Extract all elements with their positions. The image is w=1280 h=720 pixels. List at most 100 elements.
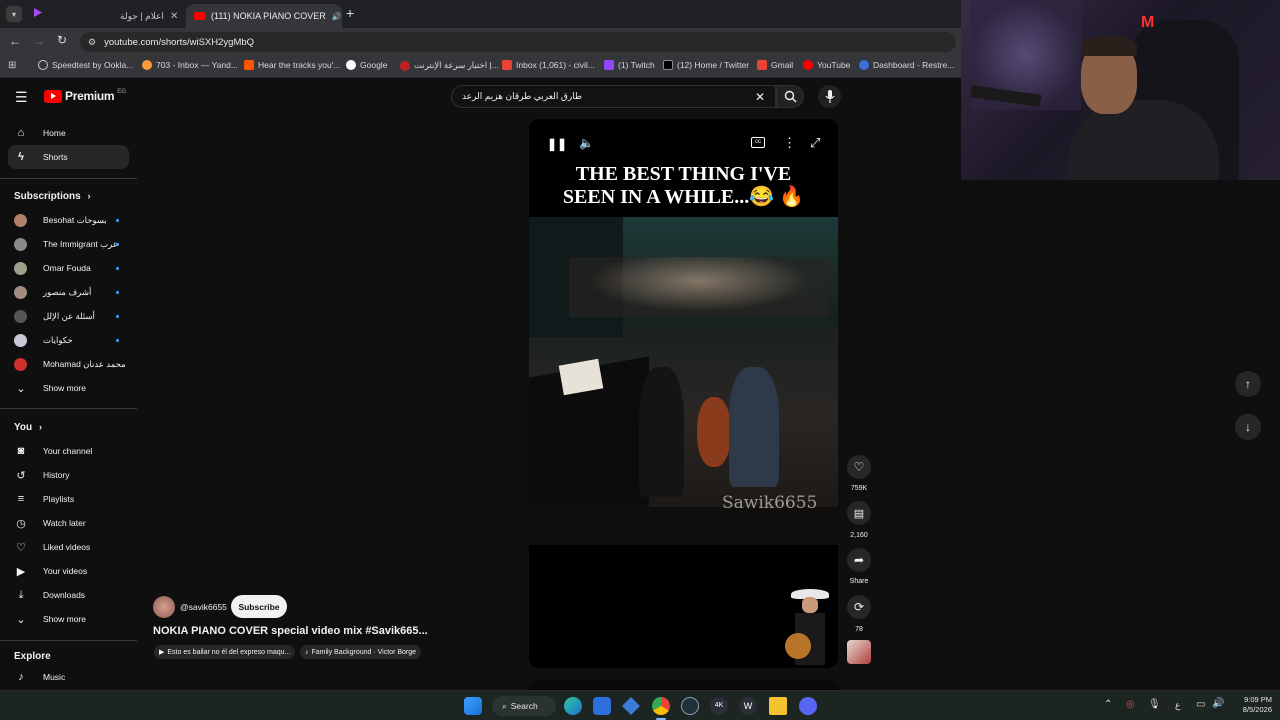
fullscreen-icon[interactable]: ⤢ [810, 135, 820, 151]
sidebar-item-shorts[interactable]: ϟ Shorts [8, 145, 129, 169]
sidebar-item-subscription[interactable]: Besohat بسوحات [8, 208, 129, 232]
sound-thumbnail[interactable] [847, 640, 871, 664]
new-tab-button[interactable]: + [346, 5, 354, 21]
sidebar-item-downloads[interactable]: ⤓ Downloads [8, 583, 129, 607]
edge-icon[interactable] [564, 697, 582, 715]
forward-icon[interactable]: → [33, 34, 45, 48]
playlists-icon: ≡ [17, 493, 25, 505]
subscriptions-heading[interactable]: Subscriptions › [14, 191, 90, 202]
bookmark-youtube[interactable]: YouTube [803, 60, 850, 70]
remix-button[interactable]: ⟳ [847, 595, 871, 619]
channel-handle[interactable]: @savik6655 [180, 602, 227, 612]
steam-icon[interactable] [681, 697, 699, 715]
liked-videos-icon: ♡ [16, 541, 26, 554]
subscription-label: Mohamad محمد عدنان [43, 358, 126, 369]
word-icon[interactable]: W [739, 697, 757, 715]
bookmark-speedtest-ar[interactable]: اختبار سرعة الإنترنت |... [400, 60, 499, 71]
tab-close-icon[interactable]: ✕ [170, 11, 178, 22]
bookmark-soundcloud[interactable]: Hear the tracks you'... [244, 60, 340, 70]
tab-search-button[interactable]: ▾ [6, 6, 22, 22]
keyboard-language[interactable]: ع [1175, 700, 1180, 711]
bookmark-speedtest[interactable]: Speedtest by Ookla... [38, 60, 133, 70]
reload-icon[interactable]: ↻ [57, 33, 67, 47]
microphone-tray-icon[interactable]: 🎙 [1148, 699, 1161, 710]
previous-short-button[interactable]: ↑ [1235, 371, 1261, 397]
shorts-player[interactable]: Sawik6655 THE BEST THING I'VE SEEN IN A … [529, 119, 838, 668]
tab-1[interactable]: اعلام | جولة ✕ [112, 4, 184, 28]
like-icon: ♡ [853, 460, 865, 474]
comments-button[interactable]: ▤ [847, 501, 871, 525]
cello [697, 397, 731, 467]
taskbar-search[interactable]: ⌕ Search [492, 696, 556, 716]
file-explorer-icon[interactable] [769, 697, 787, 715]
show-more-button[interactable]: ⌄ Show more [8, 607, 129, 631]
voice-search-button[interactable] [818, 85, 841, 108]
sidebar-item-subscription[interactable]: Omar Fouda [8, 256, 129, 280]
chrome-icon[interactable] [652, 697, 670, 715]
store-icon[interactable] [622, 697, 640, 715]
sidebar-item-home[interactable]: ⌂ Home [8, 121, 129, 145]
captions-icon[interactable]: cc [751, 137, 765, 148]
bookmark-restream[interactable]: Dashboard - Restre... [859, 60, 954, 70]
bookmark-twitter[interactable]: (12) Home / Twitter [663, 60, 749, 70]
you-heading[interactable]: You › [14, 422, 42, 433]
search-box[interactable]: طارق العربي طرقان هزيم الرعد ✕ [451, 85, 776, 108]
volume-icon[interactable]: 🔈 [579, 136, 594, 150]
mail-app-icon[interactable] [593, 697, 611, 715]
show-more-button[interactable]: ⌄ Show more [8, 376, 129, 400]
url-field[interactable]: ⚙ youtube.com/shorts/wiSXH2ygMbQ [80, 32, 956, 52]
sidebar-item-music[interactable]: ♪ Music [8, 665, 129, 689]
like-button[interactable]: ♡ [847, 455, 871, 479]
volume-tray-icon[interactable]: 🔊 [1212, 698, 1224, 709]
sidebar-item-subscription[interactable]: Mohamad محمد عدنان [8, 352, 129, 376]
discord-icon[interactable] [799, 697, 817, 715]
search-input[interactable]: طارق العربي طرقان هزيم الرعد [462, 91, 755, 102]
pause-icon[interactable]: ❚❚ [547, 137, 567, 151]
start-icon[interactable] [464, 697, 482, 715]
tab-2[interactable]: (111) NOKIA PIANO COVER 🔊 ✕ [186, 4, 342, 28]
video-title[interactable]: NOKIA PIANO COVER special video mix #Sav… [153, 625, 428, 637]
next-short-button[interactable]: ↓ [1235, 414, 1261, 440]
sidebar-item-liked-videos[interactable]: ♡ Liked videos [8, 535, 129, 559]
sidebar-item-subscription[interactable]: حكوايات [8, 328, 129, 352]
bookmark-yandex[interactable]: 703 - Inbox — Yand... [142, 60, 238, 70]
menu-icon[interactable]: ☰ [15, 89, 28, 106]
subscribe-button[interactable]: Subscribe [231, 595, 287, 618]
back-icon[interactable]: ← [9, 34, 21, 48]
audio-playing-icon[interactable]: 🔊 [332, 12, 342, 21]
home-icon: ⌂ [17, 127, 25, 139]
sidebar-item-playlists[interactable]: ≡ Playlists [8, 487, 129, 511]
clock[interactable]: 9:09 PM 8/5/2026 [1232, 695, 1272, 715]
arrow-down-icon: ↓ [1245, 420, 1251, 434]
chevron-up-icon[interactable]: ⌃ [1104, 699, 1112, 710]
show-more-label: Show more [43, 383, 86, 393]
youtube-logo[interactable]: Premium EG [44, 89, 126, 103]
network-icon[interactable]: ▭ [1196, 699, 1205, 710]
4k-downloader-icon[interactable]: 4K [710, 697, 728, 715]
bookmark-gmail[interactable]: Gmail [757, 60, 793, 70]
sidebar-item-subscription[interactable]: The Immigrant عرب [8, 232, 129, 256]
extension-icon[interactable] [34, 8, 42, 17]
music-chip[interactable]: ▶ Esto es bailar no él del expreso maqu..… [154, 645, 296, 659]
channel-avatar[interactable] [153, 596, 175, 618]
sidebar-item-history[interactable]: ↺ History [8, 463, 129, 487]
more-options-icon[interactable]: ⋮ [783, 135, 796, 151]
sidebar-item-your-videos[interactable]: ▶ Your videos [8, 559, 129, 583]
music-chip[interactable]: ♪ Family Background · Victor Borge [300, 645, 422, 659]
share-button[interactable]: ➦ [847, 548, 871, 572]
bookmark-gmail-inbox[interactable]: Inbox (1,061) - civil... [502, 60, 595, 70]
sidebar-item-subscription[interactable]: أسئلة عن الإلل [8, 304, 129, 328]
clear-search-icon[interactable]: ✕ [755, 90, 765, 104]
sidebar-item-label: History [43, 470, 70, 480]
bookmark-google[interactable]: Google [346, 60, 387, 70]
site-info-icon[interactable]: ⚙ [88, 37, 96, 48]
sidebar-item-watch-later[interactable]: ◷ Watch later [8, 511, 129, 535]
apps-icon[interactable]: ⊞ [8, 60, 16, 71]
sidebar-item-your-channel[interactable]: ◙ Your channel [8, 439, 129, 463]
subscription-label: أسئلة عن الإلل [43, 310, 95, 321]
comment-count: 2,160 [850, 532, 868, 539]
search-button[interactable] [776, 85, 804, 108]
sidebar-item-subscription[interactable]: أشرف منصور [8, 280, 129, 304]
bookmark-twitch[interactable]: (1) Twitch [604, 60, 655, 70]
tray-app-icon[interactable]: ◎ [1126, 699, 1135, 710]
